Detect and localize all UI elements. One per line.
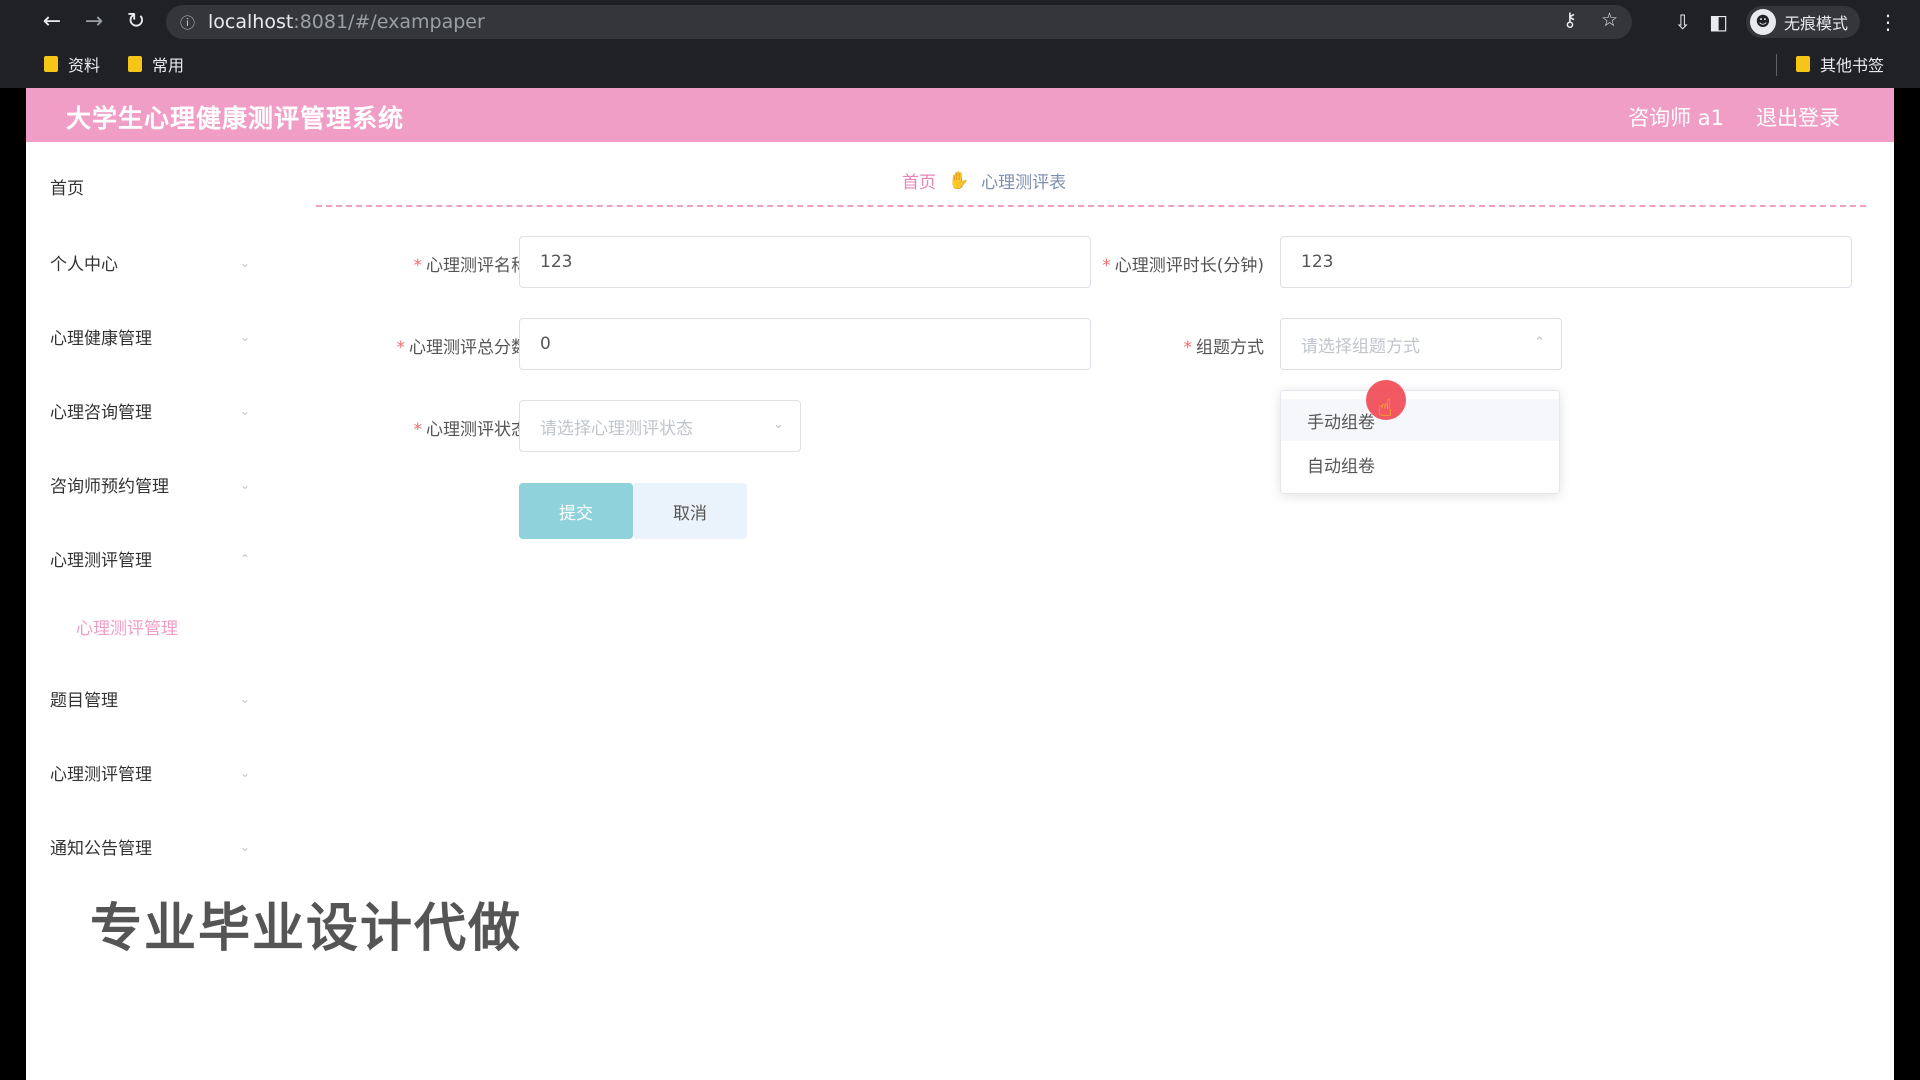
bookmark-folder-changyong[interactable]: 常用 (128, 52, 184, 76)
sidebar-item-mental-health[interactable]: 心理健康管理 ⌄ (50, 324, 250, 349)
bookmark-folder-ziliao[interactable]: 资料 (44, 52, 100, 76)
address-bar[interactable]: ⓘ localhost:8081/#/exampaper ⚷ ☆ (166, 5, 1632, 39)
chevron-down-icon: ⌄ (239, 477, 250, 492)
logout-link[interactable]: 退出登录 (1756, 102, 1840, 132)
dropdown-option-auto[interactable]: 自动组卷 (1281, 443, 1559, 485)
duration-label: * 心理测评时长(分钟) (1102, 256, 1264, 276)
sidebar-item-assessment-2[interactable]: 心理测评管理 ⌄ (50, 760, 250, 785)
name-label: * 心理测评名称 (413, 256, 529, 276)
total-score-label: * 心理测评总分数 (396, 338, 529, 358)
bookmarks-bar: 资料 常用 其他书签 (0, 50, 1920, 80)
bookmark-divider (1776, 54, 1777, 76)
app-header: 大学生心理健康测评管理系统 咨询师 a1 退出登录 (26, 88, 1894, 142)
sidebar-item-questions[interactable]: 题目管理 ⌄ (50, 686, 250, 711)
total-score-input[interactable]: 0 (519, 318, 1091, 370)
sidebar-item-appointment[interactable]: 咨询师预约管理 ⌄ (50, 472, 250, 497)
submit-button[interactable]: 提交 (519, 483, 633, 539)
incognito-icon: ☻ (1749, 9, 1776, 35)
chevron-up-icon: ⌃ (1534, 335, 1545, 350)
breadcrumb-current: 心理测评表 (981, 173, 1067, 193)
folder-icon (44, 56, 58, 72)
pointer-hand-icon: ☝ (1378, 394, 1393, 422)
name-input[interactable]: 123 (519, 236, 1091, 288)
mode-label: * 组题方式 (1183, 338, 1265, 358)
page-viewport: 大学生心理健康测评管理系统 咨询师 a1 退出登录 首页 个人中心 ⌄ 心理健康… (26, 88, 1894, 1080)
watermark-text: 专业毕业设计代做 (90, 899, 523, 959)
cancel-button[interactable]: 取消 (633, 483, 747, 539)
chevron-up-icon: ⌃ (239, 551, 250, 566)
menu-dots-icon[interactable]: ⋮ (1878, 10, 1898, 34)
chevron-down-icon: ⌄ (239, 765, 250, 780)
chevron-down-icon: ⌄ (239, 403, 250, 418)
sidebar-item-home[interactable]: 首页 (50, 174, 250, 199)
sidebar-item-notices[interactable]: 通知公告管理 ⌄ (50, 834, 250, 859)
breadcrumb-divider (316, 205, 1866, 207)
chevron-down-icon: ⌄ (239, 691, 250, 706)
incognito-label: 无痕模式 (1783, 14, 1848, 33)
browser-chrome: ← → ↻ ⓘ localhost:8081/#/exampaper ⚷ ☆ ⇩… (0, 0, 1920, 88)
chevron-down-icon: ⌄ (239, 255, 250, 270)
breadcrumb: 首页 ✋ 心理测评表 (902, 168, 1067, 194)
status-select[interactable]: 请选择心理测评状态 ⌄ (519, 400, 801, 452)
site-info-icon[interactable]: ⓘ (180, 12, 202, 33)
dropdown-option-manual[interactable]: 手动组卷 (1281, 399, 1559, 441)
reload-icon[interactable]: ↻ (122, 8, 150, 36)
back-icon[interactable]: ← (38, 8, 66, 36)
folder-icon (1796, 56, 1810, 72)
incognito-badge[interactable]: ☻ 无痕模式 (1745, 6, 1860, 38)
app-title: 大学生心理健康测评管理系统 (66, 104, 405, 133)
key-icon[interactable]: ⚷ (1563, 9, 1577, 31)
sidebar-subitem-assessment-active[interactable]: 心理测评管理 (76, 614, 178, 639)
current-user: 咨询师 a1 (1628, 106, 1724, 130)
sidebar-item-personal-center[interactable]: 个人中心 ⌄ (50, 250, 250, 275)
chevron-down-icon: ⌄ (239, 839, 250, 854)
status-label: * 心理测评状态 (413, 420, 529, 440)
mode-select[interactable]: 请选择组题方式 ⌃ (1280, 318, 1562, 370)
hand-icon: ✋ (948, 170, 970, 191)
chevron-down-icon: ⌄ (773, 417, 784, 432)
breadcrumb-home[interactable]: 首页 (902, 168, 936, 193)
bookmark-star-icon[interactable]: ☆ (1601, 9, 1618, 31)
mode-dropdown: 手动组卷 自动组卷 (1280, 390, 1560, 494)
bookmark-folder-other[interactable]: 其他书签 (1796, 52, 1884, 76)
chevron-down-icon: ⌄ (239, 329, 250, 344)
sidepanel-icon[interactable]: ◧ (1709, 10, 1728, 34)
forward-icon[interactable]: → (80, 8, 108, 36)
folder-icon (128, 56, 142, 72)
download-icon[interactable]: ⇩ (1674, 10, 1691, 34)
duration-input[interactable]: 123 (1280, 236, 1852, 288)
sidebar-item-assessment[interactable]: 心理测评管理 ⌃ (50, 546, 250, 571)
url-text: localhost:8081/#/exampaper (208, 11, 485, 33)
sidebar-item-counseling[interactable]: 心理咨询管理 ⌄ (50, 398, 250, 423)
